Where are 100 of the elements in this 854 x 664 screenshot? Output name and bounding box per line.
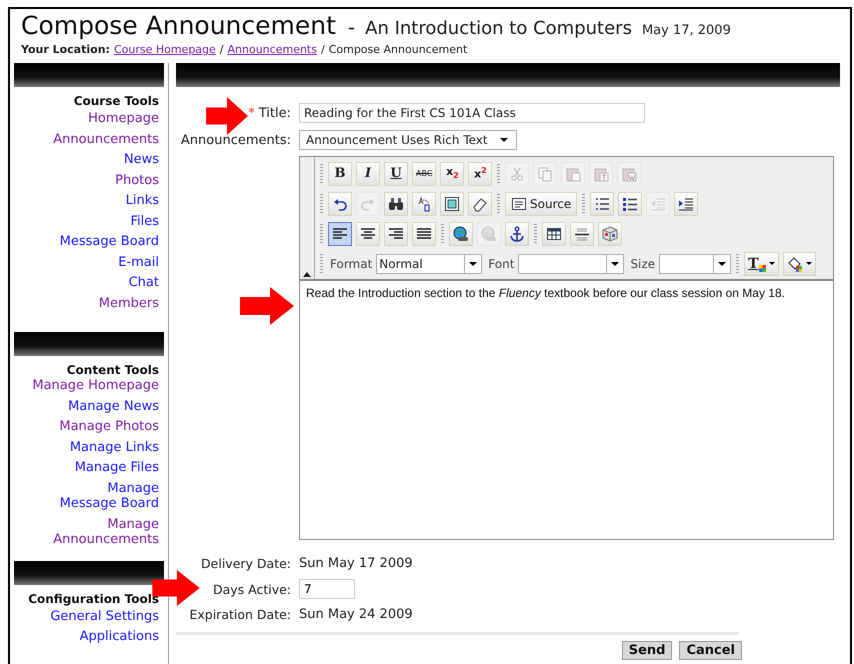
anchor-button[interactable] — [505, 222, 529, 246]
document-icon — [511, 196, 527, 212]
caret-icon — [469, 262, 478, 266]
align-left-button[interactable] — [328, 222, 352, 246]
anchor-icon — [509, 226, 525, 242]
location-label: Your Location: — [21, 43, 110, 56]
sidebar-link[interactable]: Manage Photos — [59, 419, 159, 434]
rule-button[interactable] — [570, 222, 594, 246]
bulleted-list-button[interactable] — [618, 192, 642, 216]
sidebar-link[interactable]: Photos — [115, 170, 159, 191]
page-title: Compose Announcement — [21, 11, 336, 40]
table-icon — [546, 226, 562, 242]
sidebar-link[interactable]: Homepage — [88, 109, 159, 130]
sidebar-link[interactable]: News — [124, 150, 159, 170]
field-label: Delivery Date: — [201, 556, 291, 571]
source-button[interactable]: Source — [505, 192, 578, 216]
mode-dropdown[interactable]: Announcement Uses Rich Text — [299, 130, 517, 150]
toolbar-grip — [320, 164, 323, 184]
breadcrumb-link[interactable]: Course Homepage — [114, 43, 216, 56]
toolbar-grip — [441, 224, 444, 244]
sidebar-link[interactable]: Chat — [128, 273, 159, 294]
toolbar-grip — [736, 254, 740, 274]
title-field[interactable]: Reading for the First CS 101A Class — [299, 103, 645, 123]
sidebar-link[interactable]: Manage Message Board — [60, 480, 159, 512]
justify-button[interactable] — [412, 222, 436, 246]
select-all-icon — [444, 196, 460, 212]
sidebar-link[interactable]: Manage Homepage — [32, 378, 159, 394]
sidebar-link[interactable]: Manage Files — [74, 460, 159, 476]
replace-button[interactable] — [412, 192, 436, 216]
caret-icon — [500, 138, 508, 142]
align-center-icon — [360, 226, 376, 242]
sidebar-link[interactable]: Manage Links — [70, 440, 159, 455]
toolbar-grip — [582, 194, 586, 214]
align-center-button[interactable] — [356, 222, 380, 246]
sidebar-link[interactable]: Message Board — [60, 232, 159, 252]
field-label: Days Active: — [212, 582, 291, 596]
link-button[interactable] — [449, 222, 473, 246]
field-value: Sun May 17 2009 — [299, 556, 413, 571]
table-button[interactable] — [542, 222, 566, 246]
callout-arrow — [206, 97, 248, 135]
bold-button[interactable]: B — [328, 162, 352, 186]
sidebar-link[interactable]: E-mail — [118, 252, 159, 273]
italic-button[interactable]: I — [356, 162, 380, 186]
sidebar-link[interactable]: General Settings — [50, 606, 159, 627]
select-all-button[interactable] — [440, 192, 464, 216]
sidebar-link[interactable]: Manage News — [68, 398, 159, 414]
course-name: An Introduction to Computers — [365, 18, 632, 39]
cube-button[interactable] — [598, 222, 622, 246]
field-label: Expiration Date: — [189, 607, 291, 622]
outdent-icon — [650, 196, 666, 212]
sidebar-link[interactable]: Links — [126, 191, 159, 212]
fill-color-button[interactable] — [782, 252, 816, 276]
copy-icon — [537, 166, 554, 182]
section-heading: Content Tools — [66, 362, 159, 378]
announcement-text: Read the Introduction section to the Fluency textbook before our class session on May 18. — [306, 285, 786, 301]
strike-button[interactable]: ABC — [412, 162, 436, 186]
caret-icon — [718, 262, 726, 266]
send-button[interactable]: Send — [622, 641, 672, 660]
sidebar-link[interactable]: Applications — [80, 627, 159, 648]
binoculars-icon — [388, 196, 404, 212]
combo-field[interactable] — [518, 254, 624, 274]
numbered-list-button[interactable] — [590, 192, 614, 216]
combo-field[interactable] — [659, 254, 732, 274]
eraser-button[interactable] — [468, 192, 492, 216]
justify-icon — [416, 226, 432, 242]
combo-label: Format — [330, 256, 372, 270]
text-color-button[interactable]: T — [744, 252, 778, 276]
title-separator: - — [348, 15, 356, 39]
sidebar-link[interactable]: Members — [98, 294, 159, 314]
sidebar-link[interactable]: Announcements — [53, 130, 159, 150]
underline-button[interactable]: U — [384, 162, 408, 186]
bulleted-list-icon — [622, 196, 638, 212]
breadcrumb-current: Compose Announcement — [328, 43, 468, 56]
replace-icon — [416, 196, 432, 212]
toolbar-grip — [320, 194, 323, 214]
superscript-button[interactable]: x$^{2}$ — [468, 162, 492, 186]
align-right-icon — [388, 226, 404, 242]
field-label: Title: — [258, 106, 291, 120]
horizontal-rule-icon — [574, 226, 590, 242]
sidebar-link[interactable]: Manage Announcements — [53, 516, 159, 548]
toolbar-grip — [320, 224, 323, 244]
paint-bucket-icon — [786, 256, 802, 272]
required-mark: * — [248, 106, 255, 120]
find-button[interactable] — [384, 192, 408, 216]
breadcrumb-link[interactable]: Announcements — [228, 43, 317, 56]
indent-button[interactable] — [674, 192, 698, 216]
cancel-button[interactable]: Cancel — [679, 641, 742, 660]
undo-button[interactable] — [328, 192, 352, 216]
field-label: Announcements: — [180, 132, 291, 148]
globe-link-icon — [481, 226, 497, 242]
align-right-button[interactable] — [384, 222, 408, 246]
subscript-button[interactable]: x$_{2}$ — [440, 162, 464, 186]
days-field[interactable]: 7 — [299, 579, 355, 599]
caret-icon — [611, 262, 620, 266]
combo-field[interactable]: Normal — [376, 254, 482, 274]
combo-label: Font — [488, 256, 514, 270]
clipboard-icon — [593, 166, 610, 182]
scissors-icon — [509, 166, 526, 182]
sidebar-link[interactable]: Files — [130, 212, 159, 232]
indent-icon — [678, 196, 694, 212]
